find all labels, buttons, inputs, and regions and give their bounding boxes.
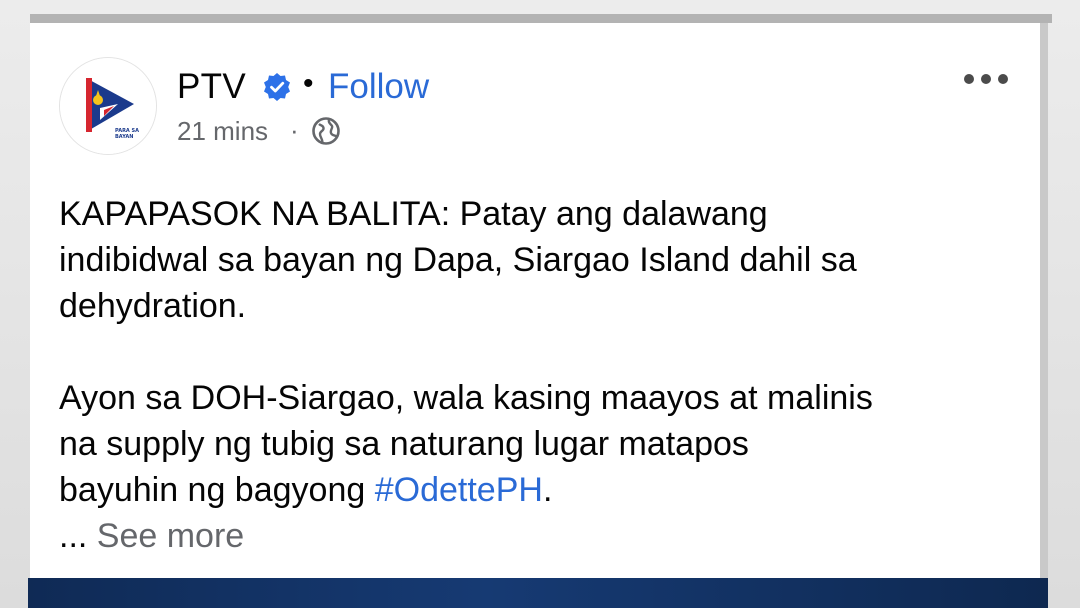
top-divider-bar: [30, 14, 1052, 23]
post-text-line: bayuhin ng bagyong #OdettePH.: [59, 467, 1029, 513]
post-text-fragment: .: [542, 471, 553, 509]
facebook-post-card: PARA SA BAYAN PTV • Follow 21 mins · KAP…: [30, 23, 1048, 583]
more-dot: [981, 74, 991, 84]
post-text-line: na supply ng tubig sa naturang lugar mat…: [59, 425, 749, 463]
post-text-line: dehydration.: [59, 287, 247, 325]
avatar-logo-caption: PARA SA BAYAN: [115, 128, 140, 140]
see-more-link[interactable]: See more: [97, 517, 244, 555]
post-text-line: indibidwal sa bayan ng Dapa, Siargao Isl…: [59, 241, 857, 279]
post-timestamp[interactable]: 21 mins: [177, 116, 268, 147]
globe-icon: [312, 117, 340, 145]
post-text-fragment: bayuhin ng bagyong: [59, 471, 375, 509]
post-text-line: Ayon sa DOH-Siargao, wala kasing maayos …: [59, 379, 873, 417]
hashtag-link[interactable]: #OdettePH: [375, 471, 543, 509]
more-dot: [998, 74, 1008, 84]
meta-separator: ·: [290, 115, 299, 145]
follow-button[interactable]: Follow: [328, 67, 429, 107]
name-separator: •: [303, 67, 314, 100]
see-more-row: ... See more: [59, 513, 1029, 559]
post-media-preview[interactable]: [28, 578, 1048, 608]
avatar[interactable]: PARA SA BAYAN: [59, 57, 157, 155]
ellipsis: ...: [59, 517, 97, 555]
verified-badge-icon: [264, 73, 290, 101]
post-body: KAPAPASOK NA BALITA: Patay ang dalawang …: [59, 191, 1029, 559]
page-name[interactable]: PTV: [177, 67, 246, 107]
more-dot: [964, 74, 974, 84]
more-options-icon[interactable]: [964, 69, 1008, 89]
post-text-line: KAPAPASOK NA BALITA: Patay ang dalawang: [59, 195, 768, 233]
